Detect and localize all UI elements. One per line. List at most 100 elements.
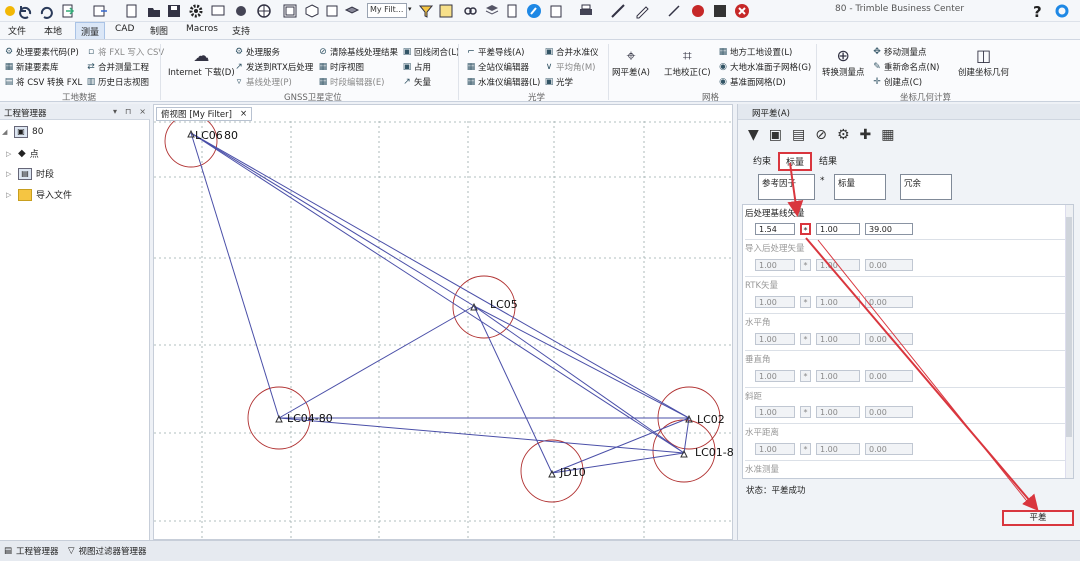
ribbon-fxl-to-csv[interactable]: ▫ 将 FXL 写入 CSV: [86, 46, 164, 58]
scalar-field[interactable]: 1.00: [816, 259, 860, 271]
ribbon-internet-download[interactable]: ☁ Internet 下载(D): [168, 46, 235, 78]
page-icon[interactable]: [504, 3, 520, 19]
point-label[interactable]: LC06: [195, 129, 223, 142]
reference-factor-field[interactable]: 1.00: [755, 443, 795, 455]
pin-icon[interactable]: ▾: [113, 107, 117, 116]
ribbon-timeline-view[interactable]: ▦ 时序视图: [318, 61, 364, 73]
ribbon-move-point[interactable]: ✥ 移动测量点: [872, 46, 926, 58]
ribbon-merge-level[interactable]: ▣ 合并水准仪: [544, 46, 599, 58]
settings-icon[interactable]: [188, 3, 204, 19]
reference-factor-field[interactable]: 1.54: [755, 223, 795, 235]
cube-icon[interactable]: [304, 3, 320, 19]
tree-node-points[interactable]: ▷ ◆ 点: [6, 147, 39, 160]
save-report-icon[interactable]: ▦: [881, 127, 894, 143]
ribbon-rename-point[interactable]: ✎ 重新命名点(N): [872, 61, 939, 73]
scalar-field[interactable]: 1.00: [816, 296, 860, 308]
ribbon-datum-grid[interactable]: ◉ 基准面网格(D): [718, 76, 786, 88]
globe-icon[interactable]: [256, 3, 272, 19]
tree-node-sessions[interactable]: ▷ ▤ 时段: [6, 167, 54, 180]
menu-macros[interactable]: Macros: [186, 24, 218, 34]
ribbon-traverse-adjust[interactable]: ⌐ 平差导线(A): [466, 46, 524, 58]
ribbon-processing-service[interactable]: ⚙ 处理服务: [234, 46, 280, 58]
ribbon-create-cogo[interactable]: ◫ 创建坐标几何: [958, 46, 1009, 78]
ribbon-level-editor[interactable]: ▦ 水准仪编辑器(L): [466, 76, 541, 88]
scalar-field[interactable]: 1.00: [816, 406, 860, 418]
ribbon-process-feature-codes[interactable]: ⚙ 处理要素代码(P): [4, 46, 79, 58]
line-tool-icon[interactable]: [666, 3, 682, 19]
reference-factor-field[interactable]: 1.00: [755, 370, 795, 382]
ribbon-create-point[interactable]: ✛ 创建点(C): [872, 76, 922, 88]
tab-scalar[interactable]: 标量: [778, 152, 813, 171]
display-icon[interactable]: [210, 3, 226, 19]
close-icon[interactable]: ×: [139, 107, 146, 116]
ribbon-send-rtx[interactable]: ↗ 发送到RTX后处理: [234, 61, 313, 73]
tree-node-imported[interactable]: ▷ 导入文件: [6, 188, 72, 201]
undo-icon[interactable]: [18, 3, 34, 19]
layers-icon[interactable]: [344, 3, 360, 19]
link-icon[interactable]: [462, 3, 478, 19]
measure-icon[interactable]: [610, 3, 626, 19]
open-folder-icon[interactable]: [146, 3, 162, 19]
print-icon[interactable]: [578, 3, 594, 19]
pen-icon[interactable]: [634, 3, 650, 19]
settings-icon[interactable]: ⚙: [837, 127, 850, 143]
ribbon-new-feature-library[interactable]: ▦ 新建要素库: [4, 61, 59, 73]
tab-results[interactable]: 结果: [812, 152, 844, 171]
ribbon-vector[interactable]: ↗ 矢量: [402, 76, 431, 88]
tab-constraints[interactable]: 约束: [746, 152, 778, 171]
scalar-field[interactable]: 1.00: [816, 333, 860, 345]
ribbon-network-adjust[interactable]: ⌖ 网平差(A): [612, 46, 650, 78]
clipboard-icon[interactable]: [548, 3, 564, 19]
ribbon-occupation[interactable]: ▣ 占用: [402, 61, 431, 73]
record-icon[interactable]: [690, 3, 706, 19]
scalar-field[interactable]: 1.00: [816, 370, 860, 382]
point-label[interactable]: JD10: [559, 466, 586, 479]
ribbon-optical[interactable]: ▣ 光学: [544, 76, 573, 88]
ribbon-geoid-subgrid[interactable]: ◉ 大地水准面子网格(G): [718, 61, 811, 73]
ribbon-baseline-processing[interactable]: ▿ 基线处理(P): [234, 76, 292, 88]
scalar-field[interactable]: 1.00: [816, 223, 860, 235]
frame-icon[interactable]: [282, 3, 298, 19]
dropdown-arrow-icon[interactable]: ▼: [748, 127, 759, 143]
report-icon[interactable]: ▤: [792, 127, 805, 143]
menu-local[interactable]: 本地: [44, 24, 62, 37]
box-icon[interactable]: [324, 3, 340, 19]
ribbon-total-station-editor[interactable]: ▦ 全站仪编辑器: [466, 61, 529, 73]
help-icon[interactable]: ?: [1030, 3, 1046, 19]
ribbon-session-editor[interactable]: ▦ 时段编辑器(E): [318, 76, 385, 88]
expand-icon[interactable]: ▷: [6, 170, 14, 178]
ribbon-history-log[interactable]: ▥ 历史日志视图: [86, 76, 149, 88]
reference-factor-field[interactable]: 1.00: [755, 259, 795, 271]
menu-file[interactable]: 文件: [8, 24, 26, 37]
scalar-list[interactable]: 后处理基线矢量 1.54 * 1.00 39.00 导入后处理矢量 1.00 *…: [742, 204, 1074, 479]
ribbon-site-calibration[interactable]: ⌗ 工地校正(C): [664, 46, 711, 78]
export-icon[interactable]: [92, 3, 108, 19]
plan-view-tab[interactable]: 俯视图 [My Filter] ×: [156, 107, 253, 121]
ribbon-local-site-settings[interactable]: ▦ 地方工地设置(L): [718, 46, 793, 58]
ribbon-merge-survey[interactable]: ⇄ 合并测量工程: [86, 61, 149, 73]
menu-drafting[interactable]: 制图: [150, 24, 168, 37]
scrollbar[interactable]: [1065, 205, 1073, 478]
link-off-icon[interactable]: ⊘: [815, 127, 827, 143]
tab-view-filter-manager[interactable]: ▽ 视图过滤器管理器: [68, 545, 147, 557]
reference-factor-field[interactable]: 1.00: [755, 333, 795, 345]
new-file-icon[interactable]: [124, 3, 140, 19]
close-circle-icon[interactable]: [734, 3, 750, 19]
point-label[interactable]: LC05: [490, 298, 518, 311]
stack-icon[interactable]: [484, 3, 500, 19]
reference-factor-field[interactable]: 1.00: [755, 406, 795, 418]
network-canvas[interactable]: LC06 80 LC05 LC04-80 LC02 LC01-8 JD10: [154, 121, 734, 541]
cloud-icon[interactable]: [234, 3, 250, 19]
menu-support[interactable]: 支持: [232, 24, 250, 37]
collapse-icon[interactable]: ◢: [2, 128, 10, 136]
redo-icon[interactable]: [38, 3, 54, 19]
ribbon-loop-closure[interactable]: ▣ 回线闭合(L): [402, 46, 460, 58]
plan-view[interactable]: 俯视图 [My Filter] × LC06 80 LC05 LC04-80 L…: [153, 104, 734, 541]
filter-select[interactable]: My Filt...: [367, 3, 407, 18]
add-icon[interactable]: ✚: [860, 127, 872, 143]
filter-funnel-icon[interactable]: [418, 3, 434, 19]
adjust-button[interactable]: 平差: [1002, 510, 1074, 526]
ribbon-clear-baseline[interactable]: ⊘ 清除基线处理结果: [318, 46, 398, 58]
select-grid-icon[interactable]: [438, 3, 454, 19]
point-label[interactable]: 80: [224, 129, 238, 142]
